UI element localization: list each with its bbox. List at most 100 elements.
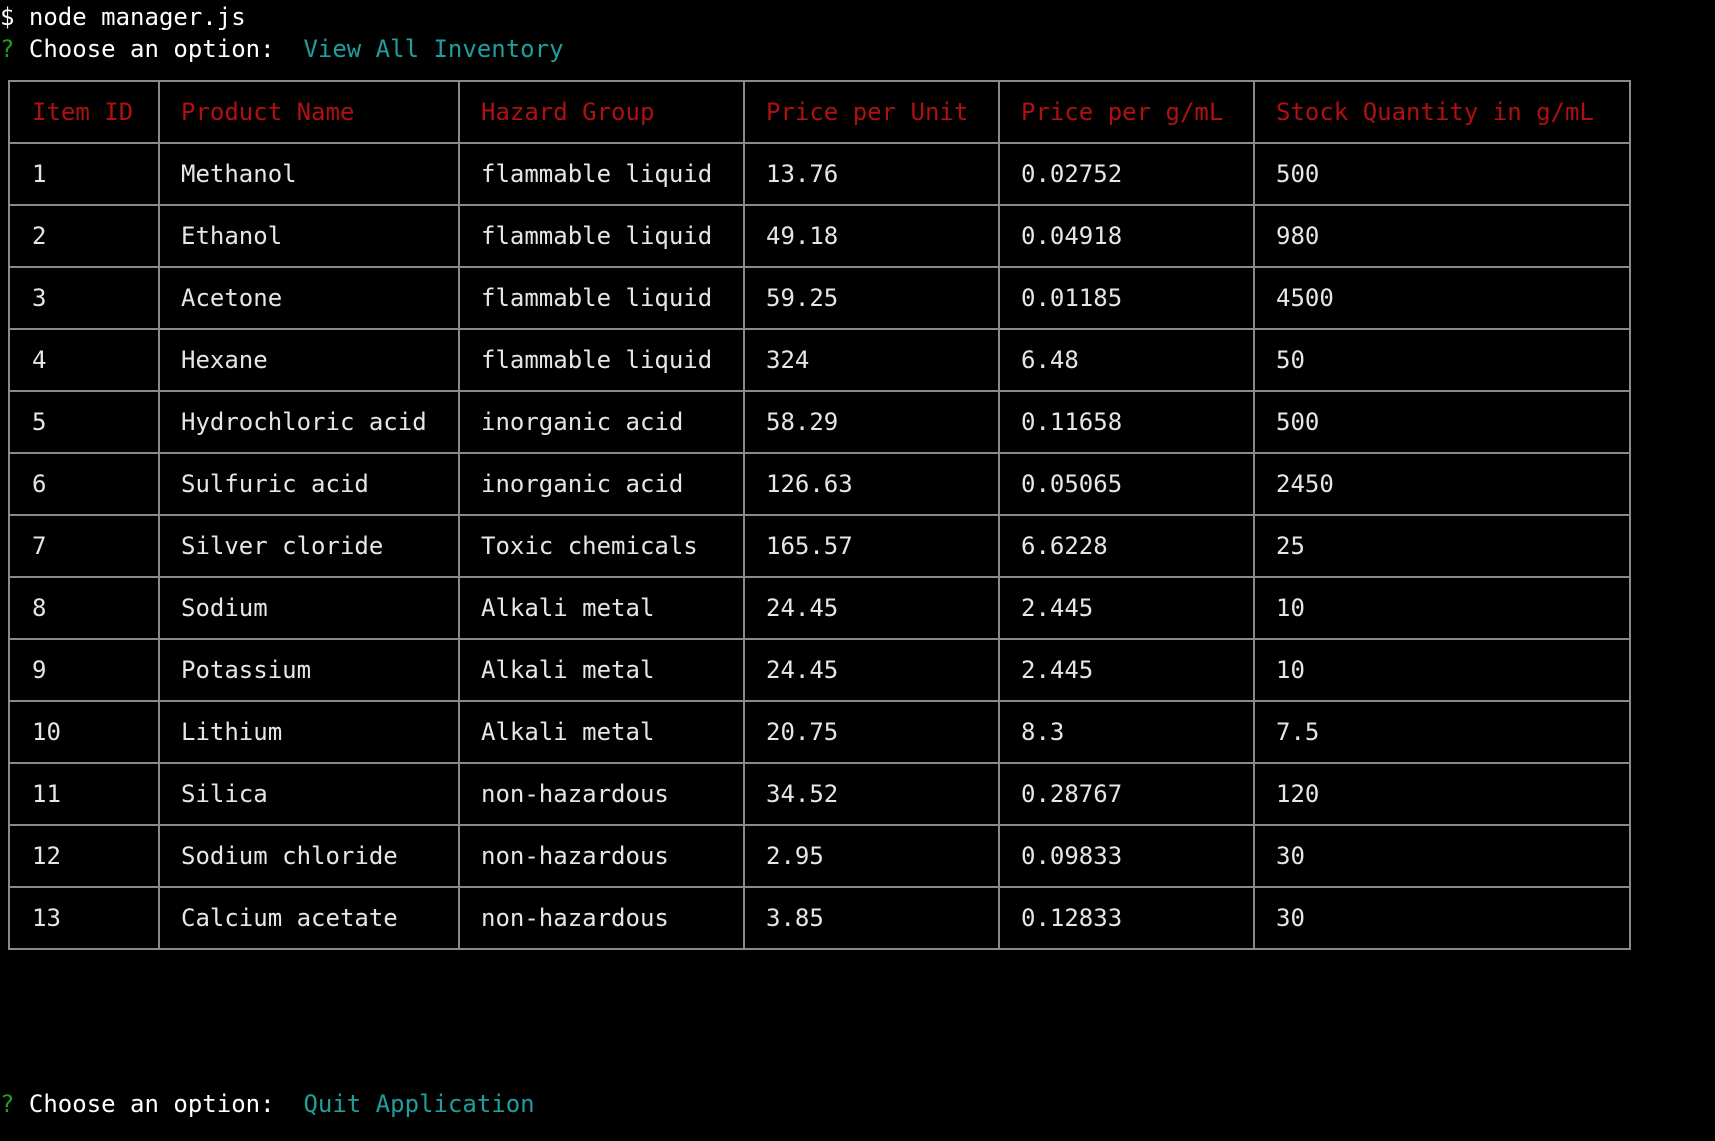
cell-hazard-group: flammable liquid [458, 266, 745, 330]
cell-price-per-g-ml: 2.445 [998, 576, 1255, 640]
cell-stock-quantity: 30 [1253, 824, 1631, 888]
cell-price-per-g-ml: 0.04918 [998, 204, 1255, 268]
column-header-stock-quantity: Stock Quantity in g/mL [1253, 80, 1631, 144]
cell-item-id: 6 [8, 452, 160, 516]
cell-price-per-unit: 2.95 [743, 824, 1000, 888]
table-row: 3 Acetone flammable liquid 59.25 0.01185 4500 [8, 266, 1631, 330]
cell-item-id: 3 [8, 266, 160, 330]
table-row: 13 Calcium acetate non-hazardous 3.85 0.1283… [8, 886, 1631, 950]
column-header-hazard-group: Hazard Group [458, 80, 745, 144]
inventory-table: Item ID Product Name Hazard Group Price … [8, 80, 1631, 950]
cell-price-per-g-ml: 0.12833 [998, 886, 1255, 950]
cell-price-per-g-ml: 0.02752 [998, 142, 1255, 206]
cell-hazard-group: flammable liquid [458, 142, 745, 206]
command-text: node manager.js [14, 3, 246, 31]
command-line: $ node manager.js [0, 1, 246, 33]
selected-option-view-all-inventory: View All Inventory [303, 35, 564, 63]
cell-product-name: Sulfuric acid [158, 452, 460, 516]
column-header-price-per-g-ml: Price per g/mL [998, 80, 1255, 144]
cell-hazard-group: Alkali metal [458, 576, 745, 640]
cell-item-id: 13 [8, 886, 160, 950]
cell-price-per-unit: 58.29 [743, 390, 1000, 454]
cell-hazard-group: flammable liquid [458, 328, 745, 392]
menu-prompt-quit: ? Choose an option: Quit Application [0, 1088, 535, 1120]
table-row: 6 Sulfuric acid inorganic acid 126.63 0.0506… [8, 452, 1631, 516]
cell-stock-quantity: 120 [1253, 762, 1631, 826]
cell-price-per-unit: 324 [743, 328, 1000, 392]
cell-price-per-unit: 165.57 [743, 514, 1000, 578]
table-row: 1 Methanol flammable liquid 13.76 0.02752 500 [8, 142, 1631, 206]
cell-item-id: 7 [8, 514, 160, 578]
cell-item-id: 5 [8, 390, 160, 454]
cell-stock-quantity: 10 [1253, 576, 1631, 640]
cell-hazard-group: non-hazardous [458, 824, 745, 888]
cell-hazard-group: inorganic acid [458, 390, 745, 454]
cell-price-per-g-ml: 2.445 [998, 638, 1255, 702]
cell-stock-quantity: 980 [1253, 204, 1631, 268]
table-row: 11 Silica non-hazardous 34.52 0.28767 120 [8, 762, 1631, 826]
prompt-question-icon: ? [0, 35, 15, 63]
cell-price-per-g-ml: 6.6228 [998, 514, 1255, 578]
cell-product-name: Methanol [158, 142, 460, 206]
cell-item-id: 1 [8, 142, 160, 206]
cell-stock-quantity: 7.5 [1253, 700, 1631, 764]
table-row: 4 Hexane flammable liquid 324 6.48 50 [8, 328, 1631, 392]
cell-product-name: Silver cloride [158, 514, 460, 578]
menu-prompt-view: ? Choose an option: View All Inventory [0, 33, 564, 65]
cell-product-name: Hexane [158, 328, 460, 392]
cell-hazard-group: flammable liquid [458, 204, 745, 268]
cell-price-per-unit: 59.25 [743, 266, 1000, 330]
cell-price-per-g-ml: 0.09833 [998, 824, 1255, 888]
table-header-row: Item ID Product Name Hazard Group Price … [8, 80, 1631, 144]
cell-hazard-group: inorganic acid [458, 452, 745, 516]
prompt-question-icon: ? [0, 1090, 15, 1118]
cell-product-name: Ethanol [158, 204, 460, 268]
table-row: 10 Lithium Alkali metal 20.75 8.3 7.5 [8, 700, 1631, 764]
cell-item-id: 12 [8, 824, 160, 888]
cell-product-name: Silica [158, 762, 460, 826]
cell-price-per-unit: 24.45 [743, 576, 1000, 640]
cell-product-name: Hydrochloric acid [158, 390, 460, 454]
cell-stock-quantity: 25 [1253, 514, 1631, 578]
column-header-price-per-unit: Price per Unit [743, 80, 1000, 144]
table-row: 7 Silver cloride Toxic chemicals 165.57 6.62… [8, 514, 1631, 578]
cell-price-per-g-ml: 6.48 [998, 328, 1255, 392]
cell-item-id: 8 [8, 576, 160, 640]
cell-hazard-group: Toxic chemicals [458, 514, 745, 578]
table-row: 2 Ethanol flammable liquid 49.18 0.04918 980 [8, 204, 1631, 268]
cell-stock-quantity: 10 [1253, 638, 1631, 702]
table-row: 5 Hydrochloric acid inorganic acid 58.29 0.1… [8, 390, 1631, 454]
cell-product-name: Potassium [158, 638, 460, 702]
table-row: 12 Sodium chloride non-hazardous 2.95 0.0983… [8, 824, 1631, 888]
cell-stock-quantity: 4500 [1253, 266, 1631, 330]
cell-product-name: Acetone [158, 266, 460, 330]
column-header-item-id: Item ID [8, 80, 160, 144]
cell-price-per-g-ml: 0.05065 [998, 452, 1255, 516]
cell-item-id: 2 [8, 204, 160, 268]
cell-item-id: 9 [8, 638, 160, 702]
cell-hazard-group: non-hazardous [458, 762, 745, 826]
selected-option-quit-application: Quit Application [303, 1090, 535, 1118]
table-body: 1 Methanol flammable liquid 13.76 0.02752 500… [8, 142, 1631, 950]
table-row: 8 Sodium Alkali metal 24.45 2.445 10 [8, 576, 1631, 640]
cell-product-name: Calcium acetate [158, 886, 460, 950]
shell-prompt-symbol: $ [0, 3, 15, 31]
cell-hazard-group: Alkali metal [458, 638, 745, 702]
cell-stock-quantity: 500 [1253, 390, 1631, 454]
cell-product-name: Lithium [158, 700, 460, 764]
prompt-label: Choose an option: [14, 35, 304, 63]
cell-product-name: Sodium [158, 576, 460, 640]
cell-price-per-g-ml: 0.28767 [998, 762, 1255, 826]
cell-item-id: 10 [8, 700, 160, 764]
cell-hazard-group: non-hazardous [458, 886, 745, 950]
table-row: 9 Potassium Alkali metal 24.45 2.445 10 [8, 638, 1631, 702]
cell-price-per-unit: 49.18 [743, 204, 1000, 268]
cell-price-per-unit: 126.63 [743, 452, 1000, 516]
cell-stock-quantity: 30 [1253, 886, 1631, 950]
cell-price-per-unit: 34.52 [743, 762, 1000, 826]
cell-hazard-group: Alkali metal [458, 700, 745, 764]
cell-item-id: 4 [8, 328, 160, 392]
cell-price-per-g-ml: 8.3 [998, 700, 1255, 764]
cell-price-per-unit: 3.85 [743, 886, 1000, 950]
cell-price-per-g-ml: 0.01185 [998, 266, 1255, 330]
